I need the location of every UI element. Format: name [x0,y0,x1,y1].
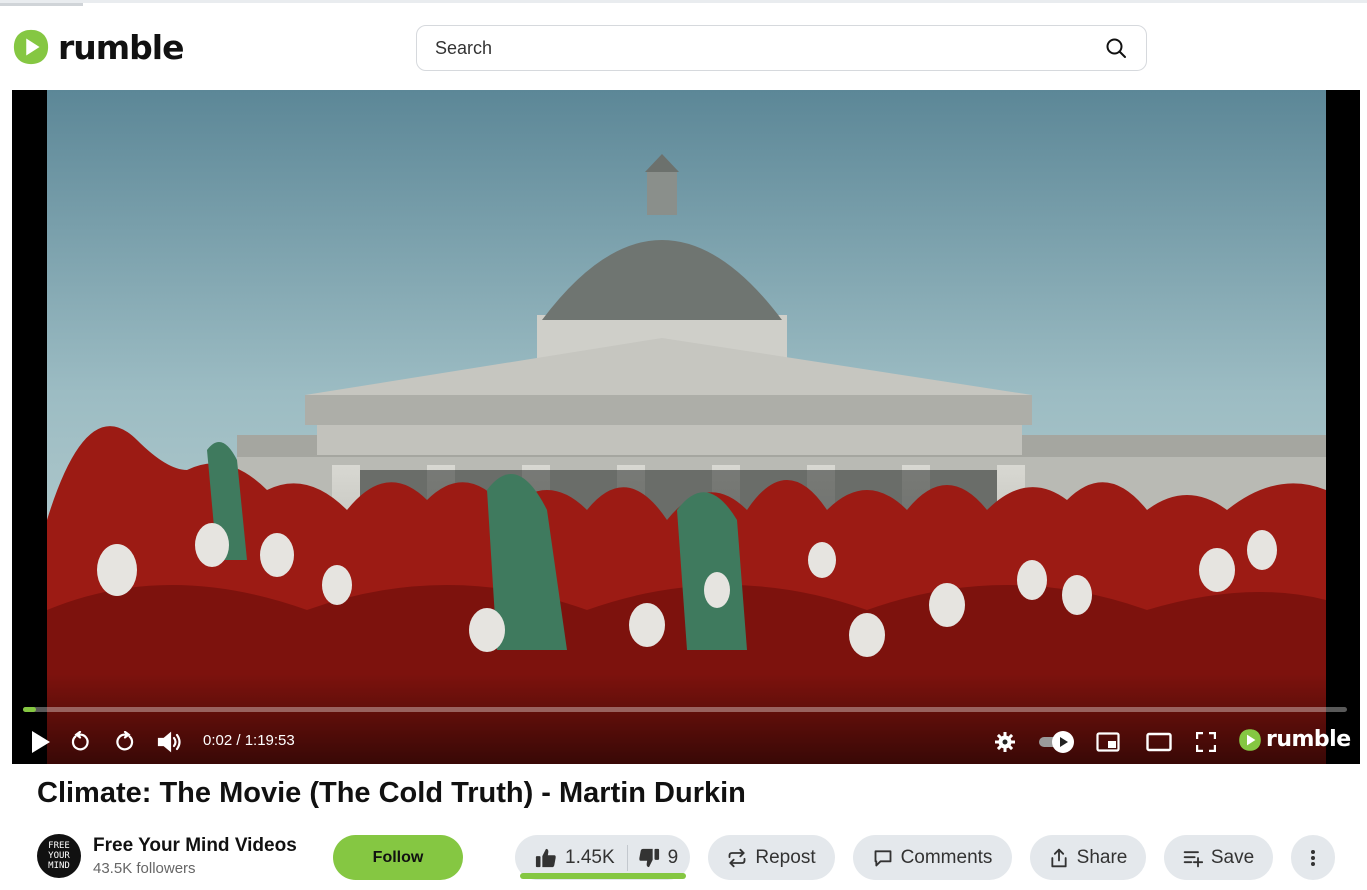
player-rumble-logo[interactable]: rumble [1238,727,1351,752]
rumble-logo-icon [13,29,49,65]
progress-bar[interactable] [23,707,1347,712]
thumbs-up-icon [535,848,556,867]
video-frame-image [47,90,1326,764]
channel-info: FREE YOUR MIND Free Your Mind Videos 43.… [37,834,297,878]
save-button[interactable]: Save [1164,835,1273,880]
more-options-button[interactable] [1291,835,1335,880]
like-count: 1.45K [565,846,615,868]
rewind-button[interactable] [68,728,92,756]
vote-divider [626,844,628,871]
share-button[interactable]: Share [1030,835,1146,880]
dislike-count: 9 [667,846,679,868]
search-bar[interactable] [416,25,1147,71]
play-button[interactable] [30,728,52,756]
logo-text: rumble [58,27,184,67]
repost-label: Repost [755,846,816,868]
channel-text: Free Your Mind Videos 43.5K followers [93,835,297,877]
comment-icon [874,849,891,866]
avatar-text-line: YOUR [48,851,70,861]
progress-fill [23,707,36,712]
gear-icon [995,732,1015,752]
top-bar: rumble [0,0,1367,90]
forward-icon [116,731,134,751]
dislike-button[interactable]: 9 [638,846,679,869]
fullscreen-icon [1196,732,1216,752]
volume-button[interactable] [156,728,184,756]
repost-button[interactable]: Repost [708,835,835,880]
autoplay-toggle[interactable] [1036,728,1076,756]
more-vertical-icon [1311,849,1315,866]
forward-button[interactable] [113,728,137,756]
like-button[interactable]: 1.45K [535,847,615,869]
save-label: Save [1210,846,1255,868]
autoplay-toggle-icon [1039,731,1074,753]
channel-avatar[interactable]: FREE YOUR MIND [37,834,81,878]
follow-button[interactable]: Follow [333,835,463,880]
volume-icon [157,731,181,753]
channel-name[interactable]: Free Your Mind Videos [93,835,297,857]
search-input[interactable] [435,37,1104,59]
avatar-text-line: FREE [48,841,70,851]
channel-followers: 43.5K followers [93,860,196,877]
miniplayer-icon [1096,732,1120,752]
playlist-add-icon [1183,850,1203,867]
repost-icon [728,848,746,867]
miniplayer-button[interactable] [1095,728,1121,756]
fullscreen-button[interactable] [1195,728,1217,756]
vote-ratio-bar [520,873,686,879]
video-player[interactable]: 0:02 / 1:19:53 rumble [12,90,1360,764]
search-icon[interactable] [1104,36,1128,60]
theater-mode-icon [1146,732,1172,752]
comments-label: Comments [900,846,993,868]
comments-button[interactable]: Comments [853,835,1012,880]
video-title: Climate: The Movie (The Cold Truth) - Ma… [37,777,746,809]
video-frame [47,90,1326,764]
share-icon [1051,848,1067,867]
rumble-logo-icon [1239,728,1261,751]
rumble-logo[interactable]: rumble [12,27,184,67]
share-label: Share [1076,846,1128,868]
play-icon [32,731,50,753]
thumbs-down-icon [638,848,659,867]
avatar-text-line: MIND [48,861,70,871]
player-logo-text: rumble [1266,727,1351,752]
settings-button[interactable] [994,728,1016,756]
top-accent-line [0,3,83,6]
time-display: 0:02 / 1:19:53 [203,732,295,749]
theater-mode-button[interactable] [1145,728,1173,756]
rewind-icon [71,731,89,751]
